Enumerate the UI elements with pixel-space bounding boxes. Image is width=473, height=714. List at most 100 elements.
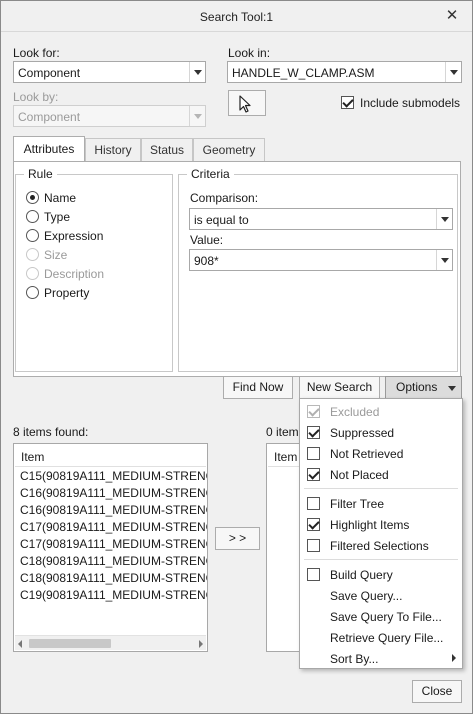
menu-item-not-placed[interactable]: Not Placed [300,464,462,485]
chevron-right-icon [452,654,456,662]
rule-expression-radio[interactable] [26,229,39,242]
chevron-down-icon [189,106,205,126]
add-to-selection-button[interactable]: > > [215,527,260,550]
highlight-items-checkbox[interactable] [307,518,320,531]
menu-item-label: Not Retrieved [330,447,404,461]
look-for-value: Component [18,66,81,80]
title-bar: Search Tool:1 ✕ [1,1,472,32]
new-search-button[interactable]: New Search [299,376,380,399]
menu-item-excluded[interactable]: Excluded [300,401,462,422]
look-for-select[interactable]: Component [13,61,206,83]
menu-item-save-query-to-file[interactable]: Save Query To File... [300,606,462,627]
rule-group: Rule Name Type Expression Size Descripti… [15,167,173,372]
list-item[interactable]: C17(90819A111_MEDIUM-STRENGTH [20,520,207,534]
menu-separator [304,488,458,489]
rule-property-label: Property [44,286,90,300]
build-query-checkbox[interactable] [307,568,320,581]
menu-item-label: Suppressed [330,426,395,440]
list-item[interactable]: C19(90819A111_MEDIUM-STRENGTH [20,588,207,602]
tab-attributes[interactable]: Attributes [13,136,85,161]
scroll-left-icon[interactable] [18,640,22,648]
menu-item-label: Retrieve Query File... [330,631,444,645]
menu-item-save-query[interactable]: Save Query... [300,585,462,606]
menu-item-label: Highlight Items [330,518,410,532]
tab-history[interactable]: History [85,138,141,162]
look-in-value: HANDLE_W_CLAMP.ASM [232,66,375,80]
menu-item-label: Save Query... [330,589,403,603]
value-combo[interactable]: 908* [189,249,453,271]
rule-name-radio[interactable] [26,191,39,204]
look-for-label: Look for: [13,46,60,60]
menu-item-filter-tree[interactable]: Filter Tree [300,493,462,514]
menu-item-not-retrieved[interactable]: Not Retrieved [300,443,462,464]
tab-geometry[interactable]: Geometry [193,138,265,162]
rule-type-radio[interactable] [26,210,39,223]
suppressed-checkbox[interactable] [307,426,320,439]
menu-item-sort-by[interactable]: Sort By... [300,648,462,669]
selected-items-label: 0 item [266,425,299,439]
look-in-label: Look in: [228,46,271,60]
menu-item-label: Excluded [330,405,380,419]
find-now-button[interactable]: Find Now [223,376,293,399]
list-item[interactable]: C17(90819A111_MEDIUM-STRENGTH [20,537,207,551]
excluded-checkbox[interactable] [307,405,320,418]
attributes-panel: Rule Name Type Expression Size Descripti… [13,161,461,377]
menu-separator [304,559,458,560]
menu-item-retrieve-query-file[interactable]: Retrieve Query File... [300,627,462,648]
search-tool-dialog: Search Tool:1 ✕ Look for: Component Look… [0,0,473,714]
chevron-down-icon [445,62,461,82]
list-item[interactable]: C16(90819A111_MEDIUM-STRENGTH [20,486,207,500]
list-item[interactable]: C18(90819A111_MEDIUM-STRENGTH [20,571,207,585]
rule-size-radio[interactable] [26,248,39,261]
results-horizontal-scrollbar[interactable] [15,635,206,650]
select-in-model-button[interactable] [228,90,266,116]
look-by-value: Component [18,110,81,124]
rule-expression-label: Expression [44,229,104,243]
menu-item-filtered-selections[interactable]: Filtered Selections [300,535,462,556]
menu-item-label: Not Placed [330,468,389,482]
menu-item-label: Save Query To File... [330,610,442,624]
list-item[interactable]: C18(90819A111_MEDIUM-STRENGTH [20,554,207,568]
menu-item-label: Filtered Selections [330,539,429,553]
filter-tree-checkbox[interactable] [307,497,320,510]
comparison-value: is equal to [194,213,249,227]
look-in-select[interactable]: HANDLE_W_CLAMP.ASM [227,61,462,83]
close-button[interactable]: Close [412,680,462,703]
menu-item-suppressed[interactable]: Suppressed [300,422,462,443]
rule-group-title: Rule [24,167,57,181]
list-item[interactable]: C16(90819A111_MEDIUM-STRENGTH [20,503,207,517]
options-menu-button[interactable]: Options [385,376,462,399]
items-found-label: 8 items found: [13,425,89,439]
list-item[interactable]: C15(90819A111_MEDIUM-STRENGTH [20,469,207,483]
rule-property-radio[interactable] [26,286,39,299]
rule-name-label: Name [44,191,77,205]
chevron-down-icon [448,386,456,391]
look-by-label: Look by: [13,90,59,104]
comparison-select[interactable]: is equal to [189,208,453,230]
menu-item-build-query[interactable]: Build Query [300,564,462,585]
scrollbar-thumb[interactable] [29,639,111,648]
comparison-label: Comparison: [190,191,259,205]
rule-description-label: Description [44,267,105,281]
criteria-group-title: Criteria [187,167,234,181]
not-retrieved-checkbox[interactable] [307,447,320,460]
results-column-item[interactable]: Item [15,445,206,467]
filtered-selections-checkbox[interactable] [307,539,320,552]
include-submodels-label: Include submodels [360,96,461,110]
rule-type-label: Type [44,210,71,224]
chevron-down-icon [436,250,452,270]
scroll-right-icon[interactable] [199,640,203,648]
not-placed-checkbox[interactable] [307,468,320,481]
menu-item-highlight-items[interactable]: Highlight Items [300,514,462,535]
window-title: Search Tool:1 [199,10,274,24]
options-menu: Excluded Suppressed Not Retrieved Not Pl… [299,398,463,669]
menu-item-label: Build Query [330,568,393,582]
rule-size-label: Size [44,248,68,262]
results-list[interactable]: Item C15(90819A111_MEDIUM-STRENGTH C16(9… [13,443,208,652]
tab-status[interactable]: Status [141,138,193,162]
look-by-select[interactable]: Component [13,105,206,127]
chevron-down-icon [436,209,452,229]
rule-description-radio[interactable] [26,267,39,280]
close-window-icon[interactable]: ✕ [442,6,462,26]
include-submodels-checkbox[interactable] [341,96,354,109]
